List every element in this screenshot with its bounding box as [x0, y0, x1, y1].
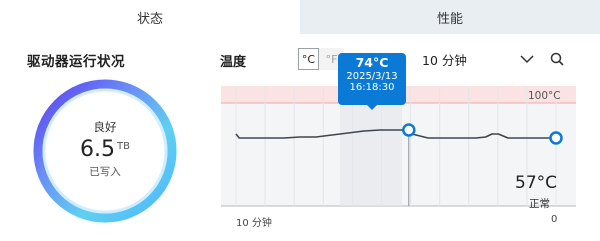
chart-max-label: 100°C: [528, 90, 561, 102]
tooltip-arrow: [366, 104, 378, 110]
x-axis-end-label: 0: [551, 214, 558, 225]
x-axis-start-label: 10 分钟: [236, 218, 272, 229]
tooltip-time: 16:18:30: [349, 82, 395, 93]
chart-current-point: [549, 131, 563, 145]
chart-tooltip: 74°C 2025/3/13 16:18:30: [338, 53, 406, 105]
temperature-chart: [221, 86, 576, 207]
chart-highlight-point: [402, 123, 416, 137]
tooltip-value: 74°C: [355, 55, 389, 70]
current-temperature: 57°C: [515, 173, 558, 193]
tooltip-date: 2025/3/13: [346, 71, 398, 82]
temperature-status: 正常: [529, 198, 550, 210]
